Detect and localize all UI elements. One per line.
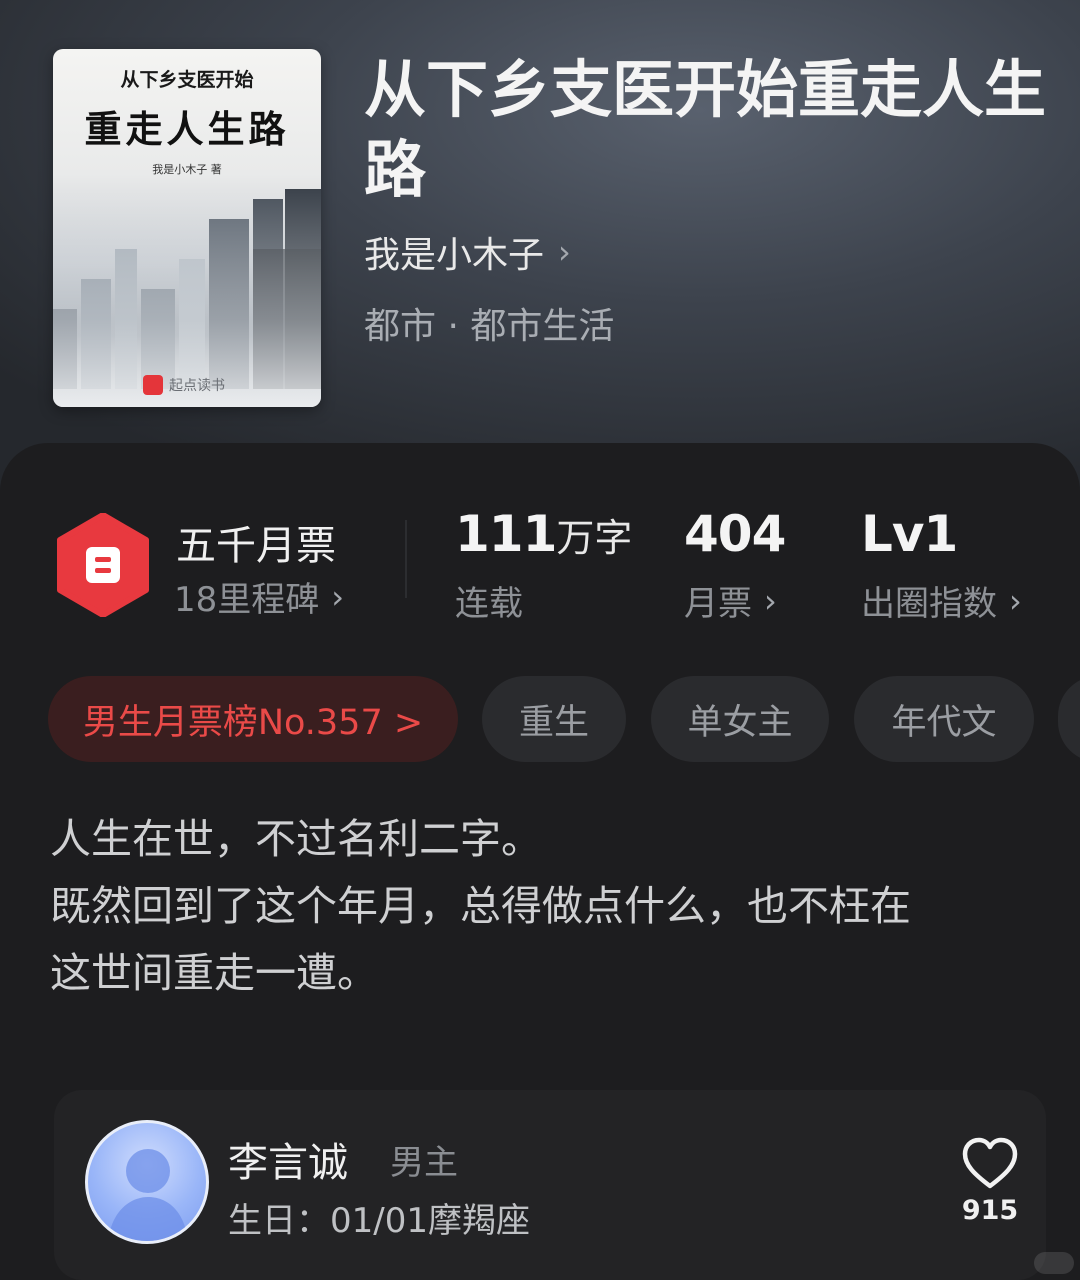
- rank-tag[interactable]: 男生月票榜No.357 >: [48, 676, 458, 762]
- character-role: 男主: [390, 1143, 458, 1183]
- cover-author: 我是小木子 著: [152, 163, 222, 176]
- tag-rebirth[interactable]: 重生: [482, 676, 626, 762]
- milestone-subtitle: 18里程碑: [174, 580, 320, 620]
- level-value: Lv1: [861, 505, 958, 563]
- monthly-ticket-label: 月票: [684, 584, 752, 624]
- intro-line: 这世间重走一遭。: [50, 949, 378, 997]
- character-birthday: 生日：01/01摩羯座: [228, 1201, 530, 1241]
- ticket-count: 404: [684, 505, 786, 563]
- cover-title: 重走人生路: [84, 107, 290, 151]
- monthly-ticket-link[interactable]: 月票 ›: [684, 576, 777, 625]
- word-count-unit: 万字: [556, 516, 633, 560]
- cover-subtitle: 从下乡支医开始: [120, 69, 254, 91]
- book-genre[interactable]: 都市 · 都市生活: [364, 297, 614, 349]
- tag-era-novel[interactable]: 年代文: [854, 676, 1034, 762]
- milestone-link[interactable]: 18里程碑 ›: [174, 572, 344, 621]
- tag-row: 男生月票榜No.357 > 重生 单女主 年代文: [48, 676, 1080, 766]
- tag-more[interactable]: [1058, 676, 1080, 762]
- word-count-value: 111: [455, 505, 557, 563]
- word-count: 111万字: [455, 505, 632, 563]
- author-link[interactable]: 我是小木子 ›: [364, 226, 571, 278]
- book-cover[interactable]: 从下乡支医开始 重走人生路 我是小木子 著 起点读书: [53, 49, 321, 407]
- character-name: 李言诚: [228, 1140, 348, 1186]
- tag-single-heroine[interactable]: 单女主: [651, 676, 829, 762]
- chevron-right-icon: ›: [764, 581, 777, 620]
- chevron-right-icon: ›: [331, 577, 345, 616]
- avatar[interactable]: [85, 1120, 209, 1244]
- milestone-title: 五千月票: [176, 523, 336, 569]
- level: Lv1: [861, 505, 958, 563]
- watermark: [1034, 1252, 1074, 1274]
- chevron-right-icon: ›: [1009, 581, 1022, 620]
- book-title: 从下乡支医开始重走人生路: [364, 53, 1047, 206]
- silhouette-icon: [108, 1149, 188, 1241]
- publisher-logo-icon: [143, 375, 163, 395]
- like-count: 915: [961, 1195, 1019, 1226]
- intro-line: 既然回到了这个年月，总得做点什么，也不枉在: [50, 882, 911, 930]
- intro-line: 人生在世，不过名利二字。: [50, 815, 542, 863]
- stats-row: 五千月票 18里程碑 › 111万字 连载 404 月票 › Lv1 出圈指数 …: [0, 505, 1080, 625]
- author-name: 我是小木子: [364, 235, 545, 276]
- stats-divider: [405, 520, 407, 598]
- ticket-count-value: 404: [684, 505, 786, 563]
- serial-status: 连载: [455, 584, 523, 624]
- popularity-index-link[interactable]: 出圈指数 ›: [861, 576, 1022, 625]
- book-intro[interactable]: 人生在世，不过名利二字。 既然回到了这个年月，总得做点什么，也不枉在 这世间重走…: [50, 806, 1040, 1007]
- cover-publisher: 起点读书: [169, 378, 225, 394]
- heart-icon[interactable]: [960, 1136, 1020, 1192]
- popularity-index-label: 出圈指数: [861, 584, 997, 624]
- ticket-badge-icon[interactable]: [56, 513, 150, 617]
- chevron-right-icon: ›: [558, 233, 571, 271]
